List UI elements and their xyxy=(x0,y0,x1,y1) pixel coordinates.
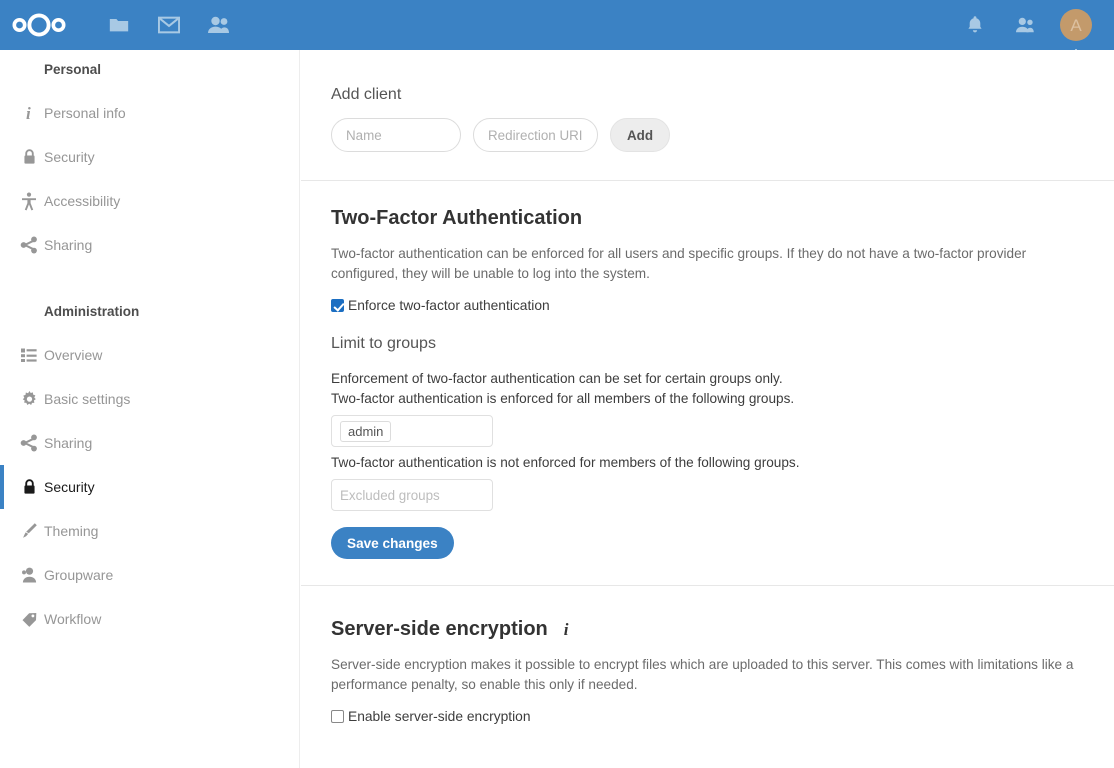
excluded-groups-placeholder: Excluded groups xyxy=(340,488,440,503)
list-icon xyxy=(14,344,44,366)
lock-icon xyxy=(14,476,44,498)
sidebar-item-label: Overview xyxy=(44,347,102,363)
two-factor-title: Two-Factor Authentication xyxy=(331,207,1084,230)
add-client-form: Add xyxy=(331,118,1084,152)
accessibility-icon xyxy=(14,190,44,212)
excluded-groups-select[interactable]: Excluded groups xyxy=(331,479,493,511)
sidebar-item-personal-sharing[interactable]: Sharing xyxy=(0,223,299,267)
header-nav-icons xyxy=(94,0,244,50)
excluded-groups-label: Two-factor authentication is not enforce… xyxy=(331,453,1084,473)
sidebar-item-accessibility[interactable]: Accessibility xyxy=(0,179,299,223)
redirection-uri-input[interactable] xyxy=(473,118,598,152)
client-name-input[interactable] xyxy=(331,118,461,152)
two-factor-description: Two-factor authentication can be enforce… xyxy=(331,244,1083,284)
info-icon: i xyxy=(14,102,44,124)
user-avatar-menu[interactable]: A xyxy=(1050,0,1102,50)
svg-text:i: i xyxy=(26,104,31,122)
sidebar-item-personal-info[interactable]: i Personal info xyxy=(0,91,299,135)
info-icon[interactable]: i xyxy=(564,620,569,640)
encryption-title-text: Server-side encryption xyxy=(331,618,548,641)
enable-encryption-checkbox[interactable] xyxy=(331,710,344,723)
settings-content: Add client Add Two-Factor Authentication… xyxy=(301,50,1114,768)
notifications-bell-icon[interactable] xyxy=(950,0,1000,50)
sidebar-item-groupware[interactable]: Groupware xyxy=(0,553,299,597)
enforce-two-factor-label: Enforce two-factor authentication xyxy=(348,298,550,313)
two-factor-title-text: Two-Factor Authentication xyxy=(331,207,582,230)
sidebar-item-label: Sharing xyxy=(44,435,92,451)
add-client-section: Add client Add xyxy=(301,50,1114,180)
sidebar-item-label: Groupware xyxy=(44,567,113,583)
server-side-encryption-section: Server-side encryption i Server-side enc… xyxy=(301,586,1114,724)
share-icon xyxy=(14,234,44,256)
app-header: A xyxy=(0,0,1114,50)
sidebar-item-label: Workflow xyxy=(44,611,101,627)
encryption-title: Server-side encryption i xyxy=(331,618,1084,641)
sidebar-item-label: Security xyxy=(44,149,95,165)
contacts-menu-icon[interactable] xyxy=(1000,0,1050,50)
sidebar-item-personal-security[interactable]: Security xyxy=(0,135,299,179)
avatar: A xyxy=(1060,9,1092,41)
add-client-title: Add client xyxy=(331,86,1084,104)
sidebar-item-overview[interactable]: Overview xyxy=(0,333,299,377)
avatar-dropdown-arrow xyxy=(1065,49,1087,59)
mail-icon[interactable] xyxy=(144,0,194,50)
sidebar-item-theming[interactable]: Theming xyxy=(0,509,299,553)
sidebar-item-label: Sharing xyxy=(44,237,92,253)
sidebar-item-label: Personal info xyxy=(44,105,126,121)
two-factor-section: Two-Factor Authentication Two-factor aut… xyxy=(301,181,1114,585)
enforce-two-factor-checkbox[interactable] xyxy=(331,299,344,312)
sidebar-group-administration-title: Administration xyxy=(0,289,299,333)
user-icon xyxy=(14,564,44,586)
gear-icon xyxy=(14,388,44,410)
enforced-groups-label: Two-factor authentication is enforced fo… xyxy=(331,389,1084,409)
enable-encryption-label: Enable server-side encryption xyxy=(348,709,531,724)
encryption-description: Server-side encryption makes it possible… xyxy=(331,655,1083,695)
share-icon xyxy=(14,432,44,454)
tag-icon xyxy=(14,608,44,630)
sidebar-item-workflow[interactable]: Workflow xyxy=(0,597,299,641)
enforce-two-factor-row[interactable]: Enforce two-factor authentication xyxy=(331,298,1084,313)
sidebar-item-admin-security[interactable]: Security xyxy=(0,465,299,509)
sidebar-gap xyxy=(0,267,299,289)
group-tag-admin[interactable]: admin xyxy=(340,421,391,442)
lock-icon xyxy=(14,146,44,168)
sidebar-item-label: Accessibility xyxy=(44,193,120,209)
brush-icon xyxy=(14,520,44,542)
contacts-icon[interactable] xyxy=(194,0,244,50)
nextcloud-logo[interactable] xyxy=(8,0,70,50)
sidebar-item-label: Security xyxy=(44,479,95,495)
settings-sidebar: Personal i Personal info Security Access… xyxy=(0,50,300,768)
files-icon[interactable] xyxy=(94,0,144,50)
sidebar-item-label: Theming xyxy=(44,523,98,539)
sidebar-item-admin-sharing[interactable]: Sharing xyxy=(0,421,299,465)
limit-to-groups-description: Enforcement of two-factor authentication… xyxy=(331,369,1084,389)
sidebar-item-label: Basic settings xyxy=(44,391,130,407)
limit-to-groups-title: Limit to groups xyxy=(331,335,1084,353)
header-right-cluster: A xyxy=(950,0,1114,50)
enable-encryption-row[interactable]: Enable server-side encryption xyxy=(331,709,1084,724)
save-changes-button[interactable]: Save changes xyxy=(331,527,454,559)
sidebar-item-basic-settings[interactable]: Basic settings xyxy=(0,377,299,421)
sidebar-group-personal-title: Personal xyxy=(0,50,299,91)
add-client-button[interactable]: Add xyxy=(610,118,670,152)
enforced-groups-select[interactable]: admin xyxy=(331,415,493,447)
